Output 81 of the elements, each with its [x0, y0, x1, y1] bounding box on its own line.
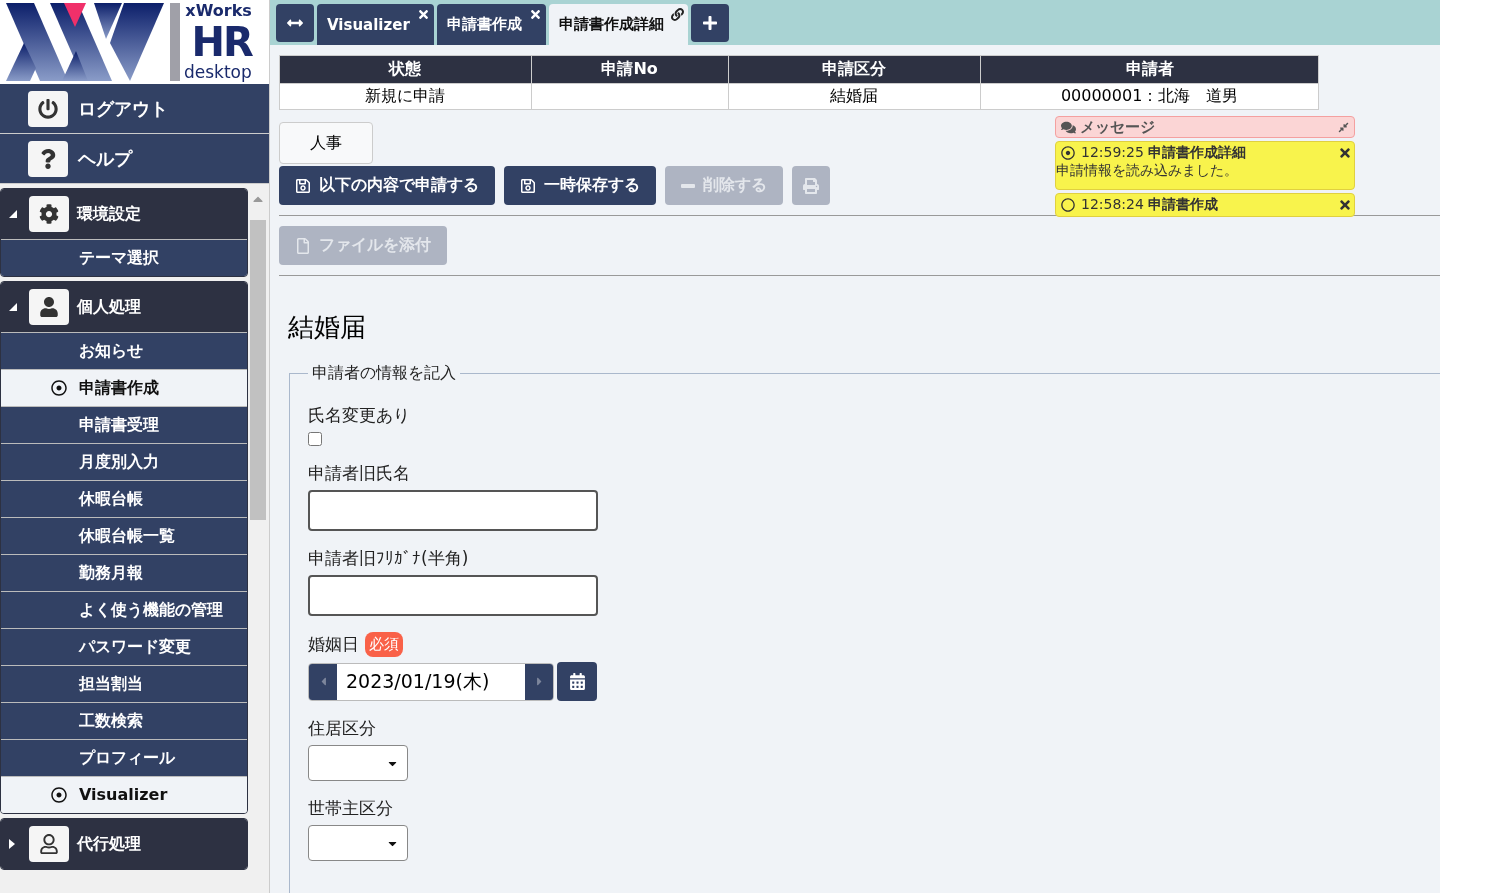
next-button[interactable]	[525, 663, 553, 700]
menu-item[interactable]: 工数検索	[1, 702, 247, 739]
category-button[interactable]: 人事	[279, 122, 373, 164]
column-header: 状態	[279, 55, 532, 84]
field-label: 世帯主区分	[308, 797, 393, 820]
caret-icon	[9, 210, 17, 218]
menu-item[interactable]: 申請書受理	[1, 406, 247, 443]
message-time: 12:58:24 申請書作成	[1081, 196, 1220, 214]
select-field[interactable]	[308, 825, 408, 861]
previous-button[interactable]	[309, 663, 337, 700]
menu-item[interactable]: よく使う機能の管理	[1, 591, 247, 628]
compress-icon[interactable]	[1338, 121, 1349, 133]
save-button[interactable]: 一時保存する	[504, 166, 656, 205]
file-icon	[295, 237, 311, 254]
caret-icon	[9, 839, 15, 849]
field-label: 婚姻日	[308, 633, 359, 656]
add-tab-button[interactable]	[690, 4, 729, 42]
message-time: 12:59:25 申請書作成詳細	[1081, 144, 1248, 162]
gear-icon	[39, 204, 59, 224]
tab[interactable]: 申請書作成詳細	[548, 4, 688, 45]
calendar-icon	[568, 673, 586, 690]
menu-group-header[interactable]: 代行処理	[1, 819, 247, 869]
toggle-sidebar-button[interactable]	[276, 4, 314, 42]
minus-icon	[681, 183, 695, 188]
power-icon	[38, 98, 58, 119]
menu-item[interactable]: 月度別入力	[1, 443, 247, 480]
link-icon	[670, 8, 684, 21]
message-text: 申請情報を読み込みました。	[1056, 162, 1239, 180]
checkbox[interactable]	[308, 432, 322, 446]
table-cell: 00000001：北海 道男	[980, 83, 1319, 110]
field-label: 住居区分	[308, 717, 376, 740]
column-header: 申請No	[531, 55, 728, 84]
user-icon	[39, 834, 59, 854]
save-button[interactable]: 以下の内容で申請する	[279, 166, 495, 205]
menu-item[interactable]: 休暇台帳	[1, 480, 247, 517]
column-header: 申請者	[980, 55, 1319, 84]
close-icon[interactable]	[416, 8, 430, 21]
close-icon[interactable]	[1338, 146, 1352, 160]
table-cell: 新規に申請	[279, 83, 532, 110]
save-icon	[520, 177, 536, 194]
column-header: 申請区分	[728, 55, 981, 84]
menu-item[interactable]: 担当割当	[1, 665, 247, 702]
select-field[interactable]	[308, 745, 408, 781]
user-icon	[39, 297, 59, 317]
calendar-button[interactable]	[557, 662, 597, 701]
field-label: 申請者旧ﾌﾘｶﾞﾅ(半角)	[308, 547, 469, 570]
sidebar-item[interactable]: ログアウト	[0, 84, 269, 134]
print-icon	[803, 177, 819, 194]
input-field[interactable]	[308, 575, 598, 616]
required-badge: 必須	[365, 632, 403, 657]
date-field[interactable]: 2023/01/19(木)	[308, 662, 554, 701]
scrollbar-thumb[interactable]	[250, 220, 266, 520]
close-icon[interactable]	[1338, 198, 1352, 212]
menu-group-header[interactable]: 環境設定	[1, 189, 247, 239]
tab[interactable]: Visualizer	[317, 4, 434, 45]
tab[interactable]: 申請書作成	[436, 4, 546, 45]
comments-icon	[1061, 119, 1076, 135]
menu-item[interactable]: プロフィール	[1, 739, 247, 776]
menu-item[interactable]: Visualizer	[1, 776, 247, 813]
product-name: HR	[191, 23, 252, 60]
sidebar-item[interactable]: ヘルプ	[0, 134, 269, 184]
section-legend: 申請者の情報を記入	[308, 363, 460, 384]
plus-icon	[701, 15, 718, 31]
brand-name: xWorks	[185, 3, 252, 19]
menu-item[interactable]: 休暇台帳一覧	[1, 517, 247, 554]
input-field[interactable]	[308, 490, 598, 531]
menu-item[interactable]: 勤務月報	[1, 554, 247, 591]
field-label: 申請者旧氏名	[308, 462, 410, 485]
save-icon	[295, 177, 311, 194]
caret-icon	[9, 303, 17, 311]
panel-title: メッセージ	[1080, 117, 1156, 137]
form-title: 結婚届	[288, 311, 367, 344]
menu-item[interactable]: お知らせ	[1, 332, 247, 369]
menu-item[interactable]: 申請書作成	[1, 369, 247, 406]
menu-item[interactable]: テーマ選択	[1, 239, 247, 276]
product-subtitle: desktop	[184, 64, 252, 81]
menu-item[interactable]: パスワード変更	[1, 628, 247, 665]
close-icon[interactable]	[528, 8, 542, 21]
menu-group-header[interactable]: 個人処理	[1, 282, 247, 332]
table-cell: 結婚届	[728, 83, 981, 110]
field-label: 氏名変更あり	[308, 404, 410, 427]
